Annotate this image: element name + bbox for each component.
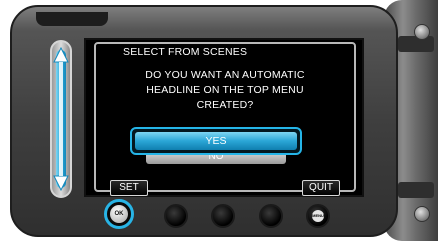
hinge-screw-top [414, 24, 430, 40]
question-line-3: CREATED? [196, 99, 254, 111]
ok-button[interactable]: OK [104, 199, 134, 229]
option-no-button[interactable]: NO [146, 155, 286, 164]
hinge-screw-bottom [414, 206, 430, 222]
frame-tab [36, 12, 108, 26]
option-yes-button[interactable]: YES [130, 127, 302, 155]
double-arrow-icon [53, 46, 69, 192]
menu-button[interactable]: MENU [306, 204, 330, 228]
hinge-notch-bottom [398, 182, 434, 198]
option-yes-label: YES [135, 132, 297, 150]
set-button[interactable]: SET [110, 180, 148, 196]
option-no-label: NO [208, 155, 224, 162]
hinge-notch-top [398, 36, 434, 52]
dialog-title: SELECT FROM SCENES [123, 46, 248, 58]
question-line-1: DO YOU WANT AN AUTOMATIC [145, 69, 305, 81]
hw-button-4[interactable] [259, 204, 283, 228]
ok-icon: OK [110, 205, 128, 223]
hw-button-2[interactable] [164, 204, 188, 228]
hw-button-3[interactable] [211, 204, 235, 228]
dialog-panel [94, 42, 356, 192]
question-line-2: HEADLINE ON THE TOP MENU [146, 84, 304, 96]
touch-slider[interactable] [50, 40, 72, 198]
menu-icon: MENU [312, 210, 324, 222]
quit-button[interactable]: QUIT [302, 180, 340, 196]
